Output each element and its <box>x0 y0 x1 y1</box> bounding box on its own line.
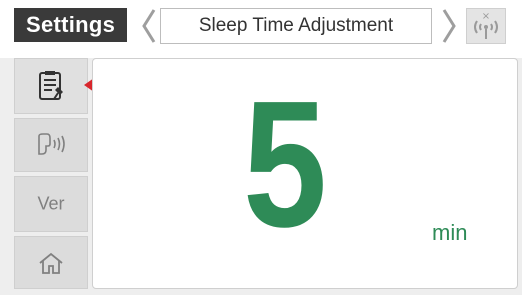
sidebar-item-home[interactable] <box>14 236 88 289</box>
page-title: Sleep Time Adjustment <box>160 8 432 44</box>
voice-speaker-icon <box>38 133 65 155</box>
value-text: 5 <box>243 92 327 230</box>
back-chevron-icon[interactable] <box>140 8 158 44</box>
svg-text:×: × <box>482 11 490 22</box>
sidebar-item-version[interactable]: Ver <box>14 176 88 232</box>
settings-clipboard-icon <box>39 71 63 100</box>
sleep-time-value[interactable]: 5 <box>243 92 327 230</box>
forward-chevron-icon[interactable] <box>440 8 460 44</box>
unit-label: min <box>432 220 468 245</box>
home-icon <box>39 252 63 274</box>
sidebar-item-settings[interactable] <box>14 58 88 114</box>
version-label: Ver <box>37 193 65 214</box>
sidebar-item-voice[interactable] <box>14 118 88 172</box>
top-bar: Settings Sleep Time Adjustment × <box>0 0 522 58</box>
no-signal-antenna-icon[interactable]: × <box>466 8 506 44</box>
app-title: Settings <box>14 8 128 42</box>
